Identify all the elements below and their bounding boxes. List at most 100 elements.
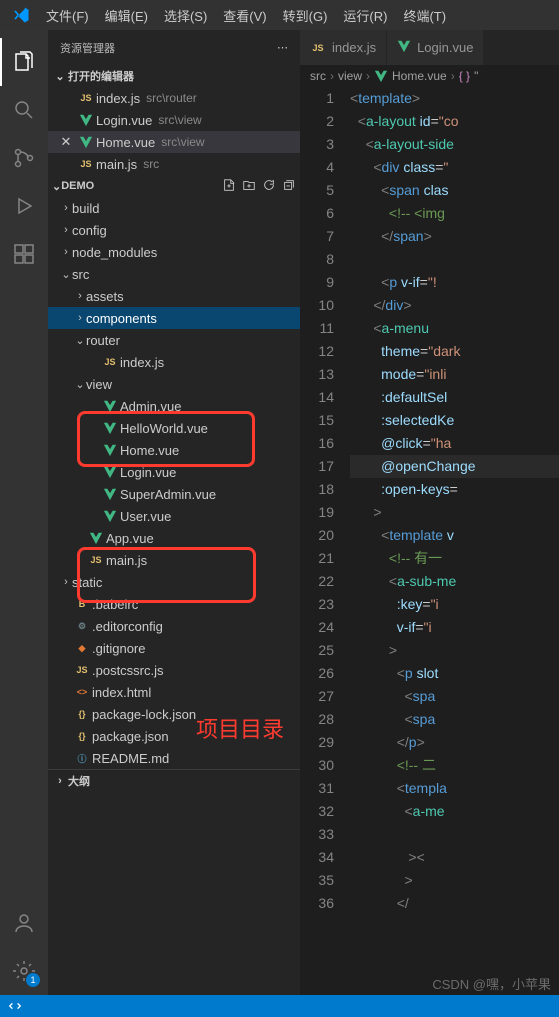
file-item[interactable]: SuperAdmin.vue — [48, 483, 300, 505]
code-line[interactable]: <!-- 二 — [350, 754, 559, 777]
file-item[interactable]: ◆.gitignore — [48, 637, 300, 659]
file-item[interactable]: {}package.json — [48, 725, 300, 747]
code-line[interactable]: :open-keys= — [350, 478, 559, 501]
code-line[interactable]: mode="inli — [350, 363, 559, 386]
open-editor-item[interactable]: JSmain.jssrc — [48, 153, 300, 175]
folder-item[interactable]: ›components — [48, 307, 300, 329]
breadcrumb-symbol[interactable]: " — [474, 69, 478, 83]
project-header[interactable]: ⌄ DEMO — [48, 175, 300, 197]
folder-item[interactable]: ›config — [48, 219, 300, 241]
activity-extensions[interactable] — [0, 230, 48, 278]
file-item[interactable]: JSindex.js — [48, 351, 300, 373]
refresh-icon[interactable] — [262, 178, 276, 195]
code-line[interactable]: <a-menu — [350, 317, 559, 340]
remote-icon[interactable] — [8, 999, 22, 1013]
activity-search[interactable] — [0, 86, 48, 134]
code-line[interactable]: </div> — [350, 294, 559, 317]
folder-item[interactable]: ›node_modules — [48, 241, 300, 263]
code-line[interactable]: <a-layout id="co — [350, 110, 559, 133]
status-bar[interactable] — [0, 995, 559, 1017]
file-item[interactable]: <>index.html — [48, 681, 300, 703]
file-item[interactable]: ⚙.editorconfig — [48, 615, 300, 637]
code-line[interactable] — [350, 248, 559, 271]
code-line[interactable]: <a-sub-me — [350, 570, 559, 593]
folder-item[interactable]: ⌄router — [48, 329, 300, 351]
file-item[interactable]: HelloWorld.vue — [48, 417, 300, 439]
activity-account[interactable] — [0, 899, 48, 947]
code-line[interactable]: >< — [350, 846, 559, 869]
editor-tab[interactable]: Login.vue — [387, 30, 484, 65]
outline-header[interactable]: › 大纲 — [48, 769, 300, 791]
code-line[interactable]: <spa — [350, 708, 559, 731]
code-content[interactable]: <template> <a-layout id="co <a-layout-si… — [350, 87, 559, 995]
file-item[interactable]: JSmain.js — [48, 549, 300, 571]
menu-item[interactable]: 终端(T) — [395, 5, 454, 28]
code-line[interactable]: :selectedKe — [350, 409, 559, 432]
menu-item[interactable]: 编辑(E) — [97, 5, 156, 28]
code-line[interactable]: <a-me — [350, 800, 559, 823]
file-item[interactable]: B.babelrc — [48, 593, 300, 615]
folder-item[interactable]: ⌄view — [48, 373, 300, 395]
new-folder-icon[interactable] — [242, 178, 256, 195]
code-line[interactable]: <!-- <img — [350, 202, 559, 225]
breadcrumb-part[interactable]: view — [338, 69, 362, 83]
code-line[interactable]: theme="dark — [350, 340, 559, 363]
code-line[interactable]: > — [350, 501, 559, 524]
code-editor[interactable]: 1234567891011121314151617181920212223242… — [300, 87, 559, 995]
code-line[interactable]: </span> — [350, 225, 559, 248]
sidebar-more-icon[interactable]: ⋯ — [277, 41, 288, 54]
activity-settings[interactable]: 1 — [0, 947, 48, 995]
open-editor-item[interactable]: Login.vuesrc\view — [48, 109, 300, 131]
code-line[interactable]: <span clas — [350, 179, 559, 202]
activity-explorer[interactable] — [0, 38, 48, 86]
folder-item[interactable]: ⌄src — [48, 263, 300, 285]
code-line[interactable]: <!-- 有一 — [350, 547, 559, 570]
folder-item[interactable]: ›static — [48, 571, 300, 593]
code-line[interactable]: <template v — [350, 524, 559, 547]
editor-tab[interactable]: JSindex.js — [300, 30, 387, 65]
code-line[interactable]: <spa — [350, 685, 559, 708]
activity-run-debug[interactable] — [0, 182, 48, 230]
file-item[interactable]: Admin.vue — [48, 395, 300, 417]
code-line[interactable]: > — [350, 639, 559, 662]
code-line[interactable]: v-if="i — [350, 616, 559, 639]
breadcrumb-part[interactable]: Home.vue — [392, 69, 447, 83]
activity-source-control[interactable] — [0, 134, 48, 182]
menu-item[interactable]: 文件(F) — [38, 5, 97, 28]
file-item[interactable]: App.vue — [48, 527, 300, 549]
file-item[interactable]: ⓘREADME.md — [48, 747, 300, 769]
file-item[interactable]: {}package-lock.json — [48, 703, 300, 725]
breadcrumb[interactable]: src › view › Home.vue › { } " — [300, 65, 559, 87]
open-editors-header[interactable]: ⌄ 打开的编辑器 — [48, 65, 300, 87]
code-line[interactable]: <div class=" — [350, 156, 559, 179]
collapse-all-icon[interactable] — [282, 178, 296, 195]
code-line[interactable]: > — [350, 869, 559, 892]
menu-item[interactable]: 查看(V) — [215, 5, 274, 28]
file-item[interactable]: Home.vue — [48, 439, 300, 461]
file-item[interactable]: JS.postcssrc.js — [48, 659, 300, 681]
folder-item[interactable]: ›build — [48, 197, 300, 219]
code-line[interactable] — [350, 823, 559, 846]
code-line[interactable]: :defaultSel — [350, 386, 559, 409]
code-line[interactable]: </ — [350, 892, 559, 915]
code-line[interactable]: </p> — [350, 731, 559, 754]
file-item[interactable]: Login.vue — [48, 461, 300, 483]
open-editor-item[interactable]: JSindex.jssrc\router — [48, 87, 300, 109]
menu-item[interactable]: 运行(R) — [335, 5, 395, 28]
code-line[interactable]: :key="i — [350, 593, 559, 616]
close-icon[interactable]: ✕ — [56, 134, 76, 150]
menu-item[interactable]: 选择(S) — [156, 5, 215, 28]
code-line[interactable]: <templa — [350, 777, 559, 800]
code-line[interactable]: <p slot — [350, 662, 559, 685]
code-line[interactable]: <a-layout-side — [350, 133, 559, 156]
code-line[interactable]: @openChange — [350, 455, 559, 478]
file-item[interactable]: User.vue — [48, 505, 300, 527]
code-line[interactable]: <template> — [350, 87, 559, 110]
menu-item[interactable]: 转到(G) — [275, 5, 336, 28]
open-editor-item[interactable]: ✕Home.vuesrc\view — [48, 131, 300, 153]
code-line[interactable]: @click="ha — [350, 432, 559, 455]
folder-item[interactable]: ›assets — [48, 285, 300, 307]
new-file-icon[interactable] — [222, 178, 236, 195]
code-line[interactable]: <p v-if="! — [350, 271, 559, 294]
breadcrumb-part[interactable]: src — [310, 69, 326, 83]
